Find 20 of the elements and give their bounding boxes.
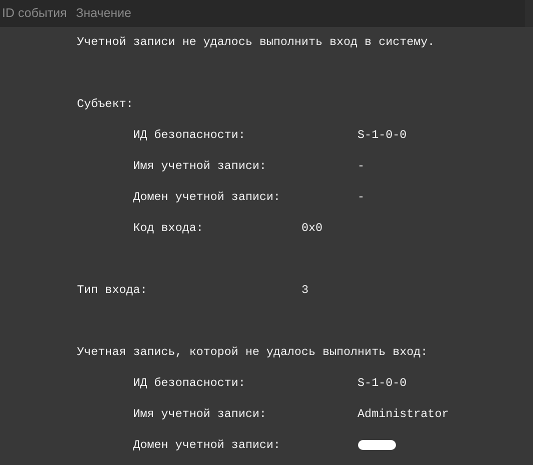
- field-label: Код входа:: [133, 221, 204, 235]
- field-value: -: [358, 190, 365, 204]
- field-label: ИД безопасности:: [133, 376, 246, 390]
- field-label: Имя учетной записи:: [133, 407, 266, 421]
- field-label: Тип входа:: [77, 283, 148, 297]
- field-value: -: [358, 159, 365, 173]
- field-value: S-1-0-0: [358, 128, 407, 142]
- field-label: Домен учетной записи:: [133, 190, 280, 204]
- field-label: Домен учетной записи:: [133, 438, 280, 452]
- field-value: S-1-0-0: [358, 376, 407, 390]
- field-value: 0x0: [301, 221, 322, 235]
- field-label: Имя учетной записи:: [133, 159, 266, 173]
- field-value: 3: [301, 283, 308, 297]
- field-value: Administrator: [358, 407, 449, 421]
- column-header[interactable]: Значение: [76, 4, 132, 23]
- event-message: Учетной записи не удалось выполнить вход в систему.: [77, 35, 435, 49]
- field-label: ИД безопасности:: [133, 128, 246, 142]
- section-title: Субъект:: [77, 97, 134, 111]
- section-title: Учетная запись, которой не удалось выполнить вход:: [77, 345, 428, 359]
- column-header[interactable]: ID события: [2, 4, 67, 23]
